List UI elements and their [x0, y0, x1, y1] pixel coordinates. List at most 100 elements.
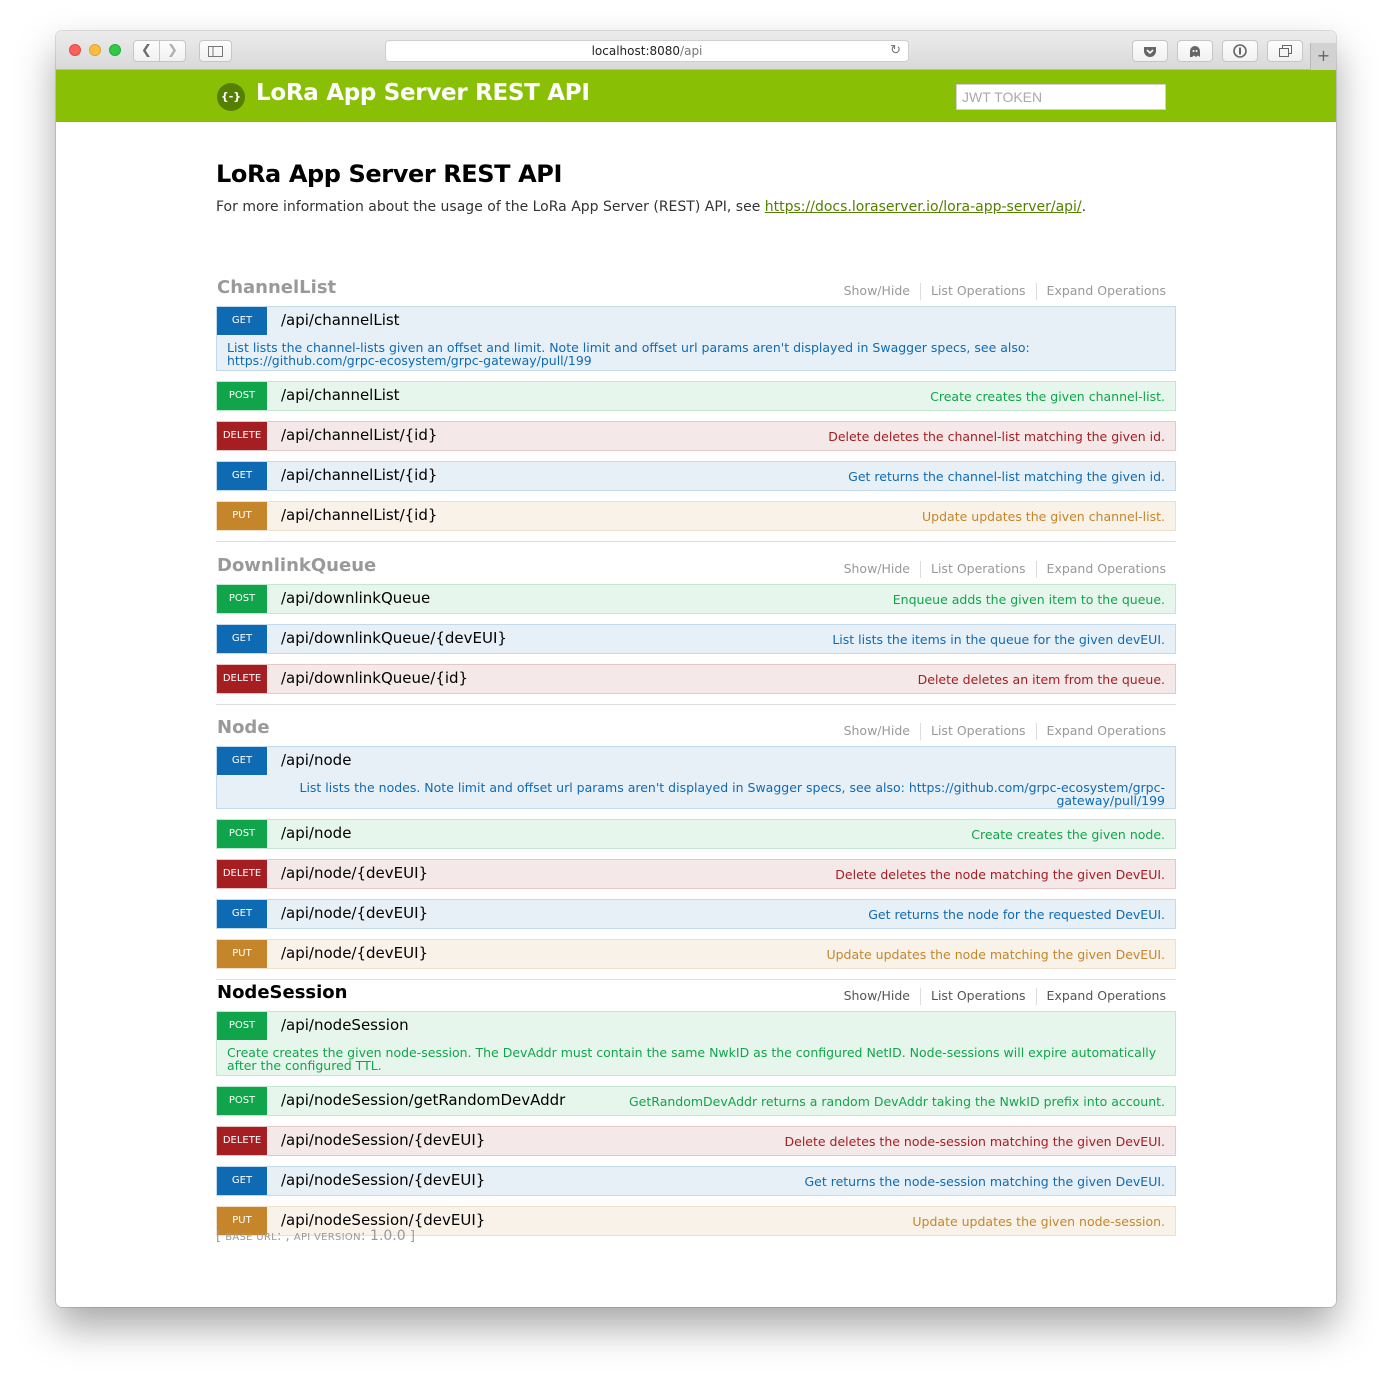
jwt-token-input[interactable] — [956, 84, 1166, 110]
list-operations-link[interactable]: List Operations — [931, 561, 1026, 576]
method-badge[interactable]: POST — [217, 1087, 267, 1115]
operation-path[interactable]: /api/channelList/{id} — [281, 466, 437, 484]
operation-path[interactable]: /api/node/{devEUI} — [281, 864, 428, 882]
forward-button[interactable]: ❯ — [159, 40, 186, 62]
ghostery-button[interactable] — [1177, 40, 1213, 62]
expand-operations-link[interactable]: Expand Operations — [1047, 561, 1166, 576]
operation-path[interactable]: /api/channelList — [281, 386, 400, 404]
operation-item[interactable]: POST/api/channelList Create creates the g… — [216, 381, 1176, 411]
operation-path[interactable]: /api/nodeSession/{devEUI} — [281, 1211, 485, 1229]
operation-item[interactable]: DELETE/api/channelList/{id} Delete delete… — [216, 421, 1176, 451]
method-badge[interactable]: DELETE — [217, 860, 267, 888]
operation-path[interactable]: /api/channelList/{id} — [281, 426, 437, 444]
operation-summary[interactable]: Update updates the node matching the giv… — [826, 947, 1165, 962]
operation-summary[interactable]: Delete deletes the channel-list matching… — [828, 429, 1165, 444]
operation-item[interactable]: POST/api/nodeSession Create creates the … — [216, 1011, 1176, 1076]
operation-path[interactable]: /api/node — [281, 751, 351, 769]
operation-summary[interactable]: Delete deletes an item from the queue. — [918, 672, 1165, 687]
operation-summary[interactable]: GetRandomDevAddr returns a random DevAdd… — [629, 1094, 1165, 1109]
back-button[interactable]: ❮ — [133, 40, 160, 62]
new-tab-button[interactable]: + — [1310, 43, 1336, 70]
operation-summary[interactable]: Create creates the given channel-list. — [930, 389, 1165, 404]
list-operations-link[interactable]: List Operations — [931, 988, 1026, 1003]
operation-summary[interactable]: Create creates the given node. — [971, 827, 1165, 842]
method-badge[interactable]: PUT — [217, 940, 267, 968]
operation-item[interactable]: GET/api/channelList/{id} Get returns the … — [216, 461, 1176, 491]
header-title[interactable]: LoRa App Server REST API — [256, 80, 590, 106]
method-badge[interactable]: GET — [217, 900, 267, 928]
show-hide-link[interactable]: Show/Hide — [844, 723, 910, 738]
method-badge[interactable]: POST — [217, 1012, 267, 1040]
resource-name[interactable]: DownlinkQueue — [217, 555, 376, 576]
zoom-window-button[interactable] — [109, 44, 121, 56]
operation-item[interactable]: DELETE/api/downlinkQueue/{id} Delete dele… — [216, 664, 1176, 694]
method-badge[interactable]: DELETE — [217, 665, 267, 693]
operation-item[interactable]: GET/api/node List lists the nodes. Note … — [216, 746, 1176, 809]
minimize-window-button[interactable] — [89, 44, 101, 56]
method-badge[interactable]: GET — [217, 747, 267, 775]
operation-path[interactable]: /api/downlinkQueue/{id} — [281, 669, 468, 687]
operation-item[interactable]: POST/api/nodeSession/getRandomDevAddr Get… — [216, 1086, 1176, 1116]
docs-link[interactable]: https://docs.loraserver.io/lora-app-serv… — [765, 199, 1082, 215]
expand-operations-link[interactable]: Expand Operations — [1047, 283, 1166, 298]
resource-name[interactable]: Node — [217, 717, 270, 738]
operation-summary[interactable]: Get returns the channel-list matching th… — [848, 469, 1165, 484]
operation-summary[interactable]: Update updates the given channel-list. — [922, 509, 1165, 524]
operation-item[interactable]: GET/api/node/{devEUI} Get returns the nod… — [216, 899, 1176, 929]
list-operations-link[interactable]: List Operations — [931, 283, 1026, 298]
operation-item[interactable]: POST/api/downlinkQueue Enqueue adds the g… — [216, 584, 1176, 614]
operation-item[interactable]: DELETE/api/nodeSession/{devEUI} Delete de… — [216, 1126, 1176, 1156]
reload-icon[interactable]: ↻ — [890, 41, 901, 61]
method-badge[interactable]: GET — [217, 462, 267, 490]
operation-path[interactable]: /api/downlinkQueue — [281, 589, 430, 607]
operation-path[interactable]: /api/nodeSession/{devEUI} — [281, 1131, 485, 1149]
operation-item[interactable]: GET/api/nodeSession/{devEUI} Get returns … — [216, 1166, 1176, 1196]
operation-path[interactable]: /api/channelList/{id} — [281, 506, 437, 524]
method-badge[interactable]: GET — [217, 1167, 267, 1195]
operation-item[interactable]: POST/api/node Create creates the given no… — [216, 819, 1176, 849]
method-badge[interactable]: POST — [217, 382, 267, 410]
resource-name[interactable]: ChannelList — [217, 277, 336, 298]
pocket-button[interactable] — [1132, 40, 1168, 62]
method-badge[interactable]: DELETE — [217, 422, 267, 450]
method-badge[interactable]: DELETE — [217, 1127, 267, 1155]
operation-item[interactable]: PUT/api/node/{devEUI} Update updates the … — [216, 939, 1176, 969]
operation-summary[interactable]: Delete deletes the node matching the giv… — [835, 867, 1165, 882]
operation-path[interactable]: /api/downlinkQueue/{devEUI} — [281, 629, 507, 647]
expand-operations-link[interactable]: Expand Operations — [1047, 723, 1166, 738]
operation-path[interactable]: /api/node/{devEUI} — [281, 944, 428, 962]
sidebar-icon — [208, 46, 223, 57]
operation-item[interactable]: DELETE/api/node/{devEUI} Delete deletes t… — [216, 859, 1176, 889]
show-hide-link[interactable]: Show/Hide — [844, 561, 910, 576]
operation-summary[interactable]: Get returns the node for the requested D… — [868, 907, 1165, 922]
operation-path[interactable]: /api/channelList — [281, 311, 400, 329]
method-badge[interactable]: POST — [217, 820, 267, 848]
operation-item[interactable]: PUT/api/channelList/{id} Update updates t… — [216, 501, 1176, 531]
address-bar[interactable]: localhost:8080/api ↻ — [385, 40, 909, 62]
operation-summary[interactable]: Get returns the node-session matching th… — [804, 1174, 1165, 1189]
operation-summary[interactable]: Update updates the given node-session. — [912, 1214, 1165, 1229]
operation-path[interactable]: /api/node — [281, 824, 351, 842]
method-badge[interactable]: POST — [217, 585, 267, 613]
show-hide-link[interactable]: Show/Hide — [844, 283, 910, 298]
expand-operations-link[interactable]: Expand Operations — [1047, 988, 1166, 1003]
method-badge[interactable]: PUT — [217, 502, 267, 530]
method-badge[interactable]: GET — [217, 307, 267, 335]
resource-name[interactable]: NodeSession — [217, 982, 347, 1003]
tab-overview-button[interactable] — [1267, 40, 1303, 62]
operation-item[interactable]: GET/api/downlinkQueue/{devEUI} List lists… — [216, 624, 1176, 654]
operation-path[interactable]: /api/nodeSession/getRandomDevAddr — [281, 1091, 565, 1109]
operation-summary[interactable]: Enqueue adds the given item to the queue… — [893, 592, 1165, 607]
operation-path[interactable]: /api/node/{devEUI} — [281, 904, 428, 922]
operation-path[interactable]: /api/nodeSession — [281, 1016, 409, 1034]
operation-summary[interactable]: Delete deletes the node-session matching… — [785, 1134, 1165, 1149]
sidebar-toggle-button[interactable] — [199, 40, 232, 62]
operation-item[interactable]: GET/api/channelList List lists the chann… — [216, 306, 1176, 371]
method-badge[interactable]: GET — [217, 625, 267, 653]
list-operations-link[interactable]: List Operations — [931, 723, 1026, 738]
operation-path[interactable]: /api/nodeSession/{devEUI} — [281, 1171, 485, 1189]
show-hide-link[interactable]: Show/Hide — [844, 988, 910, 1003]
operation-summary[interactable]: List lists the items in the queue for th… — [832, 632, 1165, 647]
password-manager-button[interactable] — [1222, 40, 1258, 62]
close-window-button[interactable] — [69, 44, 81, 56]
